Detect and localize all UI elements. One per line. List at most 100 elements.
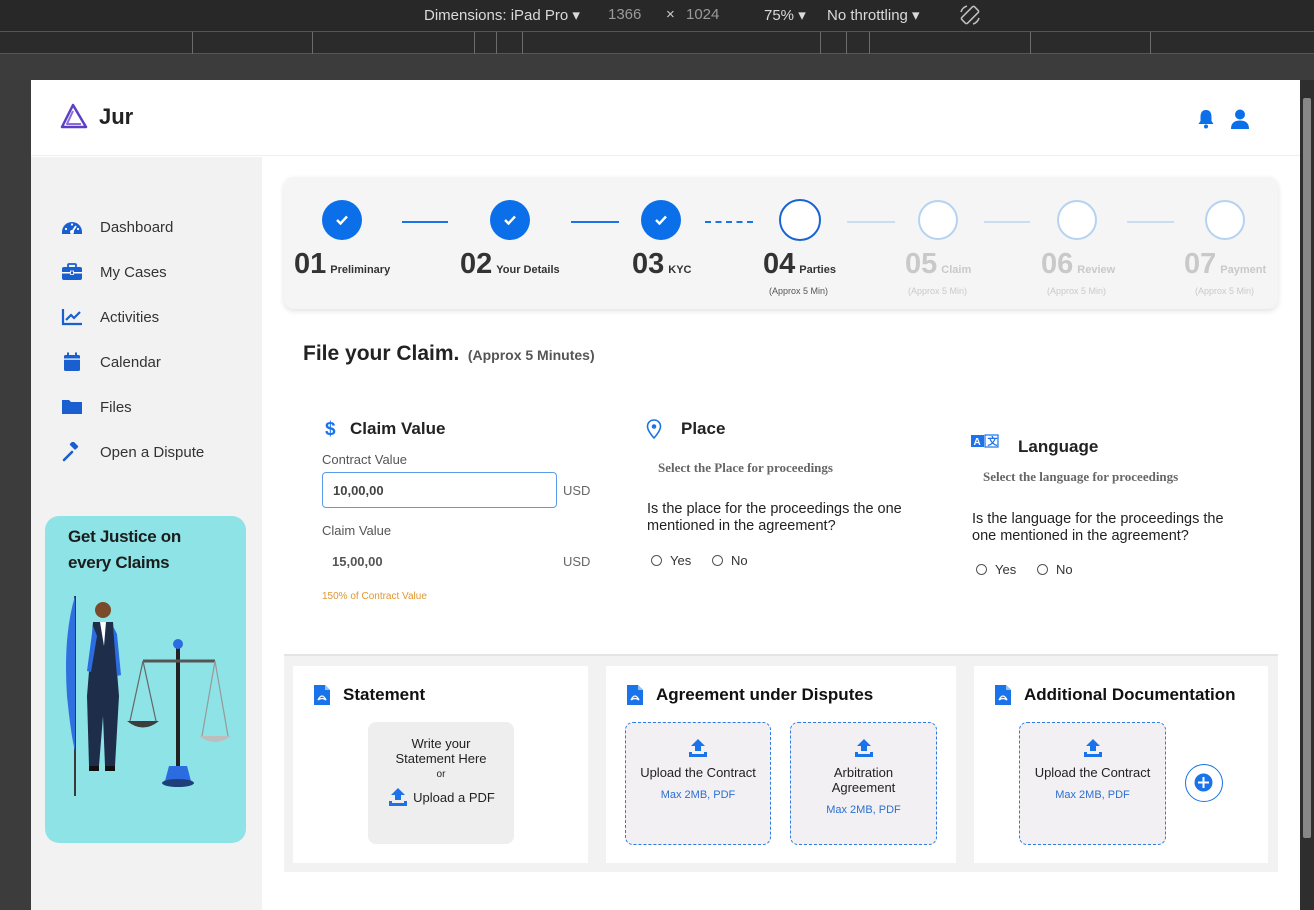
step-2-check-icon[interactable] [490,200,530,240]
devtools-toolbar: Dimensions: iPad Pro ▾ 1366 × 1024 75% ▾… [0,0,1314,31]
step-6-circle[interactable] [1057,200,1097,240]
language-no-radio[interactable]: No [1037,562,1073,577]
upload-icon [1083,739,1102,757]
viewport-width-input[interactable]: 1366 [608,6,641,23]
pdf-file-icon [314,685,330,705]
or-label: or [436,769,446,780]
radio-circle [712,555,723,566]
sidebar-item-label: Open a Dispute [100,443,205,461]
step-3-label: 03 KYC [632,248,692,281]
upload-contract-box[interactable]: Upload the Contract Max 2MB, PDF [625,722,771,845]
plus-circle-icon [1194,773,1213,792]
sidebar-item-files[interactable]: Files [61,397,132,417]
upload-contract-label: Upload the Contract [640,765,756,780]
dashboard-icon [62,222,82,234]
step-1-check-icon[interactable] [322,200,362,240]
contract-value-input[interactable] [322,472,557,508]
header-actions [1196,108,1250,130]
sidebar-item-dashboard[interactable]: Dashboard [61,217,173,237]
brand-name: Jur [99,104,134,129]
device-dimensions-select[interactable]: Dimensions: iPad Pro ▾ [424,6,580,24]
radio-label: Yes [995,562,1017,577]
step-4-current-circle[interactable] [779,199,821,241]
language-heading: A文 Language [971,425,1098,457]
place-no-radio[interactable]: No [712,553,748,568]
upload-icon [854,739,873,757]
language-subheading: Select the language for proceedings [983,469,1179,484]
sidebar-item-calendar[interactable]: Calendar [61,352,161,372]
throttling-select[interactable]: No throttling ▾ [827,6,920,24]
additional-docs-card: Additional Documentation Upload the Cont… [974,666,1268,863]
bell-icon[interactable] [1196,108,1216,130]
step-connector [705,221,753,223]
step-number: 06 [1041,248,1074,280]
map-pin-icon [646,419,662,439]
upload-contract-hint: Max 2MB, PDF [660,789,736,801]
step-title: Your Details [496,264,560,276]
step-1-label: 01 Preliminary [294,248,390,281]
sidebar-item-label: Activities [100,308,160,326]
upload-arbitration-box[interactable]: Arbitration Agreement Max 2MB, PDF [790,722,937,845]
documents-section: Statement Write your Statement Here or U… [284,654,1278,872]
statement-heading: Statement [313,684,425,706]
language-question: Is the language for the proceedings the … [972,511,1224,544]
language-title: Language [1018,437,1099,456]
sidebar-item-my-cases[interactable]: My Cases [61,262,167,282]
viewport-height-input[interactable]: 1024 [686,6,719,23]
promo-card[interactable]: Get Justice on every Claims [45,516,246,843]
page-title-text: File your Claim. [303,342,460,365]
gavel-icon [62,442,79,462]
upload-contract-label: Upload the Contract [1034,765,1151,780]
pdf-file-icon [995,685,1011,705]
device-dimensions-label: Dimensions: iPad Pro [424,7,569,24]
additional-docs-heading: Additional Documentation [994,684,1236,706]
upload-icon [389,788,408,806]
statement-input-box[interactable]: Write your Statement Here or Upload a PD… [368,722,514,844]
upload-contract-hint: Max 2MB, PDF [1055,789,1130,801]
place-heading: Place [646,419,725,439]
upload-pdf-link[interactable]: Upload a PDF [368,786,514,808]
lawyer-scales-illustration [66,596,231,796]
zoom-label: 75% [764,7,795,24]
step-4-label: 04 Parties [763,248,836,281]
statement-card: Statement Write your Statement Here or U… [293,666,588,863]
jur-logo-icon [60,103,88,129]
sidebar-item-activities[interactable]: Activities [61,307,159,327]
language-yes-radio[interactable]: Yes [976,562,1016,577]
add-document-button[interactable] [1185,764,1223,802]
zoom-select[interactable]: 75% ▾ [764,6,806,24]
step-number: 02 [460,248,493,280]
step-4-duration: (Approx 5 Min) [769,286,829,296]
progress-stepper: 01 Preliminary 02 Your Details 03 KYC 04 Par… [284,177,1278,309]
contract-value-unit: USD [563,483,591,498]
throttling-label: No throttling [827,7,908,24]
upload-additional-contract-box[interactable]: Upload the Contract Max 2MB, PDF [1019,722,1166,845]
place-title: Place [681,419,726,438]
sidebar-item-open-dispute[interactable]: Open a Dispute [61,442,204,462]
step-5-circle[interactable] [918,200,958,240]
radio-circle [651,555,662,566]
calendar-icon [64,352,80,371]
additional-docs-title: Additional Documentation [1024,685,1236,704]
scrollbar-thumb[interactable] [1303,98,1311,838]
svg-text:文: 文 [988,435,999,448]
radio-label: No [1056,562,1073,577]
page-scrollbar[interactable] [1300,80,1314,910]
svg-text:A: A [974,437,981,448]
step-3-check-icon[interactable] [641,200,681,240]
step-connector [402,221,448,223]
step-7-circle[interactable] [1205,200,1245,240]
step-number: 04 [763,248,796,280]
agreement-title: Agreement under Disputes [656,685,874,704]
sidebar-item-label: Dashboard [100,218,174,236]
place-yes-radio[interactable]: Yes [651,553,691,568]
contract-value-label: Contract Value [322,452,408,467]
brand[interactable]: Jur [59,102,133,132]
user-icon[interactable] [1230,108,1250,130]
rotate-icon[interactable] [958,3,982,31]
step-connector [571,221,619,223]
sidebar: Dashboard My Cases Activities Calendar F… [31,157,262,910]
claim-value-title: Claim Value [350,419,446,438]
claim-value-hint: 150% of Contract Value [322,591,427,602]
radio-label: Yes [670,553,692,568]
